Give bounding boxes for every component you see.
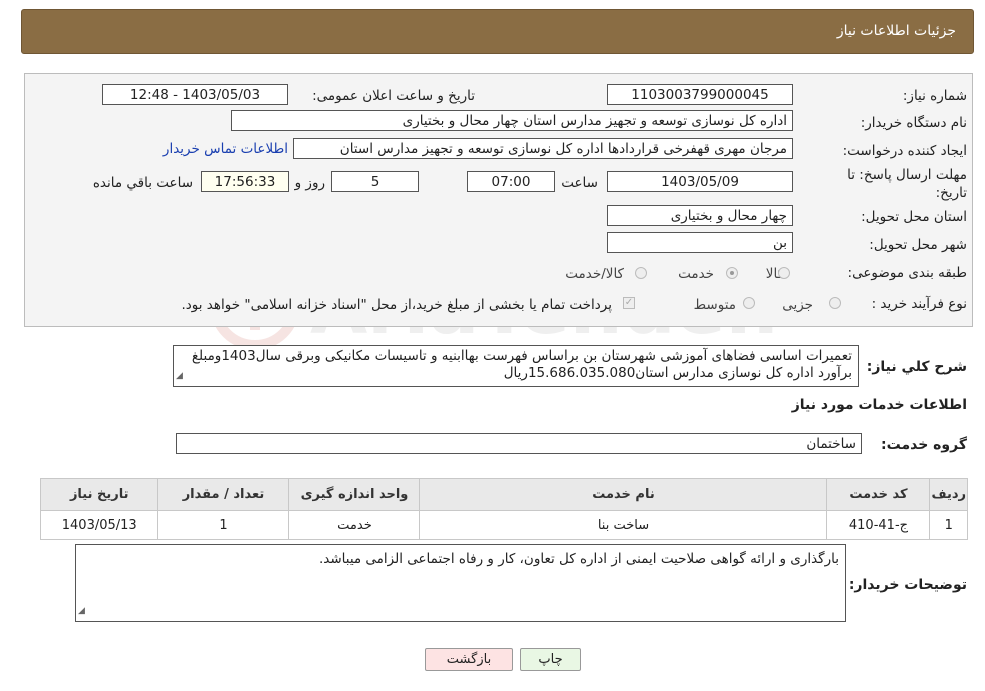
cell-date: 1403/05/13 bbox=[39, 510, 159, 540]
table-row[interactable]: 1 ج-41-410 ساخت بنا خدمت 1 1403/05/13 bbox=[39, 510, 968, 540]
col-row: ردیف bbox=[929, 478, 968, 511]
remaining-time-field: 17:56:33 bbox=[201, 171, 289, 192]
treasury-note: پرداخت تمام یا بخشی از مبلغ خرید،از محل … bbox=[181, 297, 612, 313]
deadline-time-label: ساعت bbox=[561, 175, 598, 191]
services-section-title: اطلاعات خدمات مورد نياز bbox=[791, 397, 967, 413]
page-title: جزئیات اطلاعات نیاز bbox=[836, 23, 956, 39]
col-code: کد خدمت bbox=[826, 478, 931, 511]
back-button[interactable]: بازگشت bbox=[425, 648, 513, 671]
need-number-label: شماره نیاز: bbox=[902, 88, 967, 104]
table-header-row: ردیف کد خدمت نام خدمت واحد اندازه گیری ت… bbox=[39, 478, 968, 511]
province-field[interactable]: چهار محال و بختیاری bbox=[607, 205, 793, 226]
page-header: جزئیات اطلاعات نیاز bbox=[21, 9, 974, 54]
resize-grip-icon[interactable]: ◢ bbox=[78, 603, 85, 620]
description-label: شرح کلي نياز: bbox=[866, 359, 967, 375]
cell-unit: خدمت bbox=[288, 510, 421, 540]
creator-label: ایجاد کننده درخواست: bbox=[842, 143, 967, 159]
col-qty: تعداد / مقدار bbox=[157, 478, 290, 511]
purchase-medium-label: متوسط bbox=[693, 297, 736, 313]
services-table: ردیف کد خدمت نام خدمت واحد اندازه گیری ت… bbox=[39, 478, 968, 540]
days-label: روز و bbox=[294, 175, 325, 191]
purchase-minor-radio[interactable] bbox=[829, 297, 841, 309]
treasury-checkbox[interactable]: ✓ bbox=[623, 297, 635, 309]
category-option-goods-service-label: کالا/خدمت bbox=[565, 266, 624, 282]
purchase-type-label: نوع فرآیند خرید : bbox=[871, 296, 967, 312]
print-button[interactable]: چاپ bbox=[520, 648, 581, 671]
cell-row: 1 bbox=[929, 510, 968, 540]
buyer-notes-label: توضیحات خریدار: bbox=[848, 577, 967, 593]
buyer-field[interactable]: اداره کل نوسازی توسعه و تجهیز مدارس استا… bbox=[231, 110, 793, 131]
buyer-notes-textarea[interactable]: بارگذاری و ارائه گواهی صلاحیت ایمنی از ا… bbox=[75, 544, 846, 622]
description-text: تعمیرات اساسی فضاهای آموزشی شهرستان بن ب… bbox=[191, 348, 852, 381]
resize-grip-icon[interactable]: ◢ bbox=[176, 368, 183, 385]
deadline-time-field[interactable]: 07:00 bbox=[467, 171, 555, 192]
creator-field[interactable]: مرجان مهری قهفرخی قراردادها اداره کل نوس… bbox=[293, 138, 793, 159]
announce-label: تاریخ و ساعت اعلان عمومی: bbox=[312, 88, 475, 104]
days-field[interactable]: 5 bbox=[331, 171, 419, 192]
city-label: شهر محل تحویل: bbox=[869, 237, 967, 253]
col-name: نام خدمت bbox=[419, 478, 828, 511]
city-field[interactable]: بن bbox=[607, 232, 793, 253]
announce-field[interactable]: 1403/05/03 - 12:48 bbox=[102, 84, 288, 105]
province-label: استان محل تحویل: bbox=[861, 209, 967, 225]
purchase-minor-label: جزیی bbox=[782, 297, 813, 313]
category-goods-radio[interactable] bbox=[778, 267, 790, 279]
cell-name: ساخت بنا bbox=[419, 510, 828, 540]
buyer-label: نام دستگاه خریدار: bbox=[860, 115, 967, 131]
category-label: طبقه بندی موضوعی: bbox=[847, 265, 967, 281]
purchase-medium-radio[interactable] bbox=[743, 297, 755, 309]
col-unit: واحد اندازه گیری bbox=[288, 478, 421, 511]
need-number-field[interactable]: 1103003799000045 bbox=[607, 84, 793, 105]
contact-info-link[interactable]: اطلاعات تماس خریدار bbox=[163, 141, 288, 157]
cell-qty: 1 bbox=[157, 510, 290, 540]
service-group-field[interactable]: ساختمان bbox=[176, 433, 862, 454]
remaining-label: ساعت باقي مانده bbox=[92, 175, 193, 191]
buyer-notes-text: بارگذاری و ارائه گواهی صلاحیت ایمنی از ا… bbox=[318, 551, 839, 567]
category-option-service-label: خدمت bbox=[678, 266, 714, 282]
deadline-label: مهلت ارسال پاسخ: تا تاریخ: bbox=[847, 167, 967, 201]
deadline-date-field[interactable]: 1403/05/09 bbox=[607, 171, 793, 192]
category-service-radio[interactable] bbox=[726, 267, 738, 279]
cell-code: ج-41-410 bbox=[826, 510, 931, 540]
category-goods-service-radio[interactable] bbox=[635, 267, 647, 279]
col-date: تاریخ نیاز bbox=[39, 478, 159, 511]
service-group-label: گروه خدمت: bbox=[881, 437, 967, 453]
description-textarea[interactable]: تعمیرات اساسی فضاهای آموزشی شهرستان بن ب… bbox=[173, 345, 859, 387]
